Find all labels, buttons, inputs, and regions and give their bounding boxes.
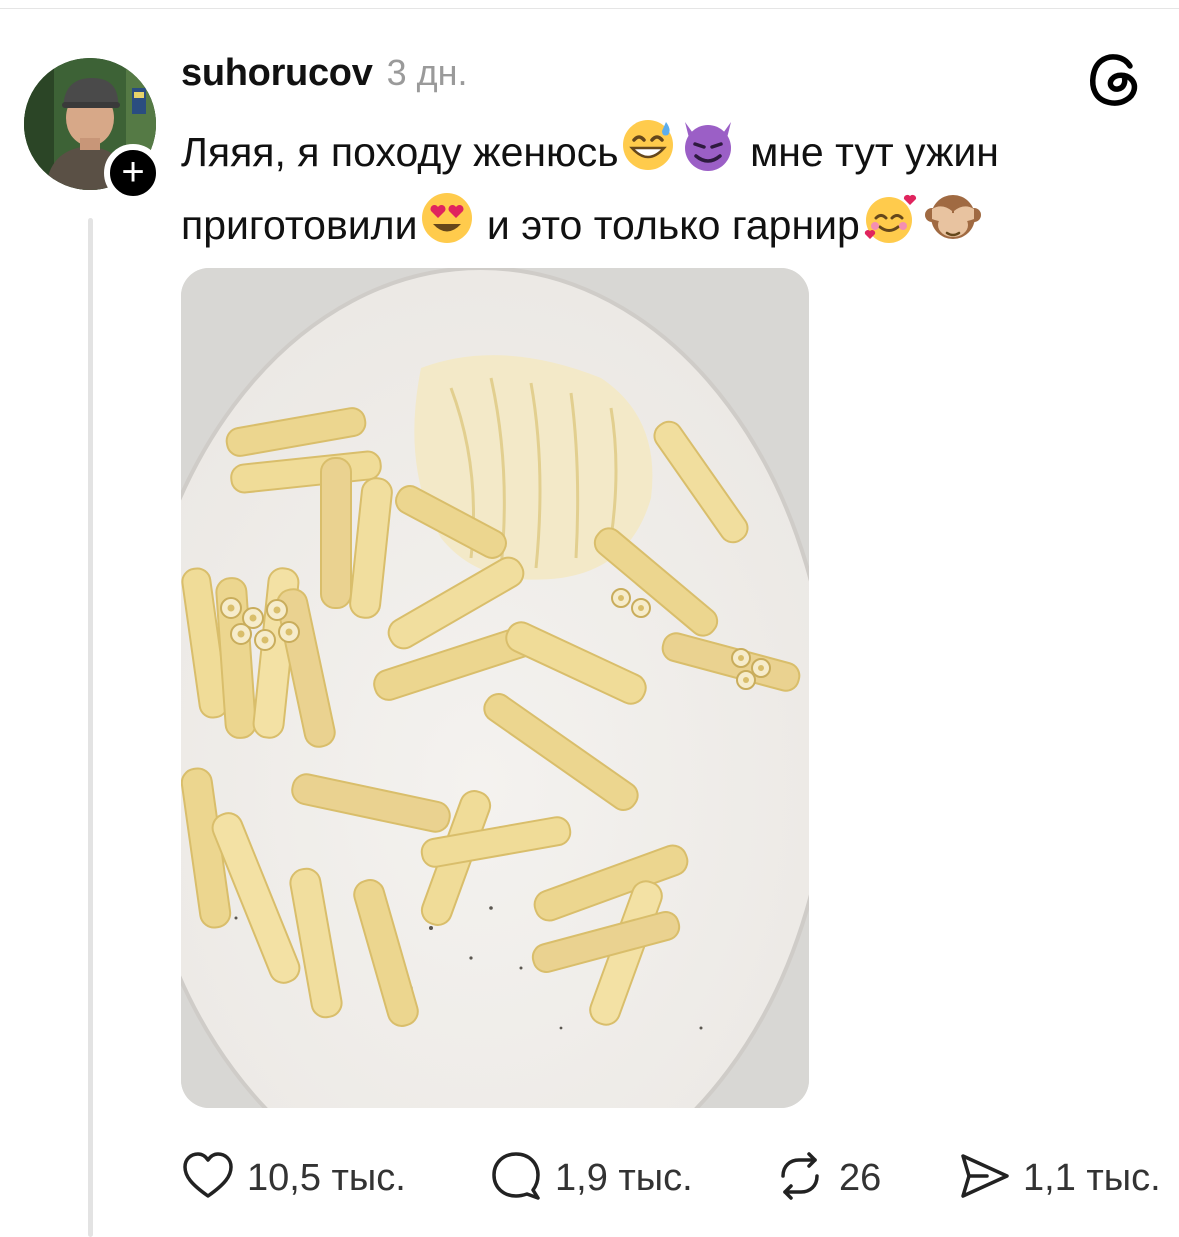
like-count: 10,5 тыс. <box>247 1156 406 1199</box>
see-no-evil-monkey-emoji <box>924 191 982 264</box>
comment-count: 1,9 тыс. <box>555 1156 693 1199</box>
follow-button[interactable]: + <box>104 144 162 202</box>
post-text: Ляяя, я походу женюсь мне тут ужин приго… <box>181 118 1141 264</box>
heart-eyes-emoji <box>420 191 474 264</box>
thread-line <box>88 218 93 1237</box>
smiling-devil-emoji <box>679 118 737 191</box>
comment-button[interactable]: 1,9 тыс. <box>489 1146 693 1210</box>
repost-button[interactable]: 26 <box>773 1146 881 1210</box>
share-count: 1,1 тыс. <box>1023 1156 1161 1199</box>
timestamp[interactable]: 3 дн. <box>387 52 468 94</box>
username[interactable]: suhorucov <box>181 52 373 95</box>
repost-icon <box>773 1150 827 1207</box>
grinning-sweat-emoji <box>621 118 675 191</box>
top-divider <box>0 8 1179 9</box>
post-image[interactable] <box>181 268 809 1108</box>
post-text-part-1: Ляяя, я походу женюсь <box>181 129 619 175</box>
action-bar: 10,5 тыс. 1,9 тыс. 26 1,1 тыс. <box>181 1146 1171 1210</box>
smiling-hearts-emoji <box>862 191 920 264</box>
heart-icon <box>181 1150 235 1207</box>
post-text-part-3: приготовили <box>181 202 418 248</box>
post-text-part-2: мне тут ужин <box>750 129 999 175</box>
share-button[interactable]: 1,1 тыс. <box>957 1146 1161 1210</box>
send-icon <box>957 1150 1011 1207</box>
threads-icon[interactable] <box>1086 50 1142 108</box>
like-button[interactable]: 10,5 тыс. <box>181 1146 406 1210</box>
post-text-part-4: и это только гарнир <box>486 202 860 248</box>
repost-count: 26 <box>839 1156 882 1199</box>
comment-icon <box>489 1150 543 1207</box>
post-header: suhorucov 3 дн. <box>181 52 467 102</box>
